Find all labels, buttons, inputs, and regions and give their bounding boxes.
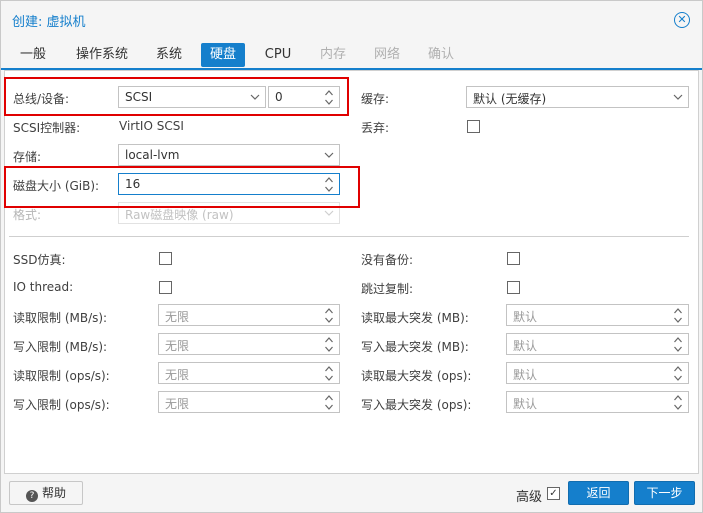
ssd-emulation-checkbox[interactable] <box>159 252 172 265</box>
tab-system[interactable]: 系统 <box>147 43 191 67</box>
skip-replication-label: 跳过复制: <box>361 282 414 296</box>
read-limit-ops-label: 读取限制 (ops/s): <box>13 369 110 383</box>
spinner-icon[interactable] <box>323 393 337 411</box>
next-button[interactable]: 下一步 <box>634 481 695 505</box>
spinner-icon[interactable] <box>672 306 686 324</box>
tab-os[interactable]: 操作系统 <box>67 43 137 67</box>
section-divider <box>9 236 689 237</box>
spinner-icon[interactable] <box>323 306 337 324</box>
cache-select[interactable]: 默认 (无缓存) <box>466 86 689 108</box>
disk-panel <box>4 70 699 474</box>
format-value: Raw磁盘映像 (raw) <box>125 208 234 222</box>
write-limit-mb-label: 写入限制 (MB/s): <box>13 340 108 354</box>
write-burst-mb-placeholder: 默认 <box>513 339 538 353</box>
spinner-icon[interactable] <box>672 335 686 353</box>
tab-network[interactable]: 网络 <box>365 43 409 67</box>
write-limit-ops-placeholder: 无限 <box>165 397 190 411</box>
read-burst-mb-label: 读取最大突发 (MB): <box>361 311 469 325</box>
discard-checkbox[interactable] <box>467 120 480 133</box>
tab-cpu[interactable]: CPU <box>257 43 299 67</box>
chevron-down-icon[interactable] <box>319 145 339 165</box>
highlight-bus-device <box>4 77 349 116</box>
write-limit-ops-input[interactable]: 无限 <box>158 391 340 413</box>
skip-replication-checkbox[interactable] <box>507 281 520 294</box>
read-limit-ops-placeholder: 无限 <box>165 368 190 382</box>
advanced-checkbox[interactable]: ✓ <box>547 487 560 500</box>
write-limit-ops-label: 写入限制 (ops/s): <box>13 398 110 412</box>
advanced-label: 高级 <box>516 490 543 505</box>
tab-memory[interactable]: 内存 <box>311 43 355 67</box>
read-limit-ops-input[interactable]: 无限 <box>158 362 340 384</box>
write-burst-ops-input[interactable]: 默认 <box>506 391 689 413</box>
scsi-controller-value: VirtIO SCSI <box>119 119 184 133</box>
io-thread-label: IO thread: <box>13 280 74 294</box>
storage-label: 存储: <box>13 150 42 164</box>
write-limit-mb-placeholder: 无限 <box>165 339 190 353</box>
highlight-disk-size <box>4 166 360 208</box>
read-limit-mb-placeholder: 无限 <box>165 310 190 324</box>
storage-value: local-lvm <box>125 148 180 162</box>
create-vm-dialog: 创建: 虚拟机 ✕ 一般 操作系统 系统 硬盘 CPU 内存 网络 确认 总线/… <box>0 0 703 513</box>
read-burst-ops-input[interactable]: 默认 <box>506 362 689 384</box>
spinner-icon[interactable] <box>323 335 337 353</box>
help-button[interactable]: ? 帮助 <box>9 481 83 505</box>
write-burst-ops-label: 写入最大突发 (ops): <box>361 398 472 412</box>
dialog-title: 创建: 虚拟机 <box>12 15 86 30</box>
help-button-label: 帮助 <box>41 486 66 500</box>
write-limit-mb-input[interactable]: 无限 <box>158 333 340 355</box>
write-burst-mb-input[interactable]: 默认 <box>506 333 689 355</box>
scsi-controller-label: SCSI控制器: <box>13 121 81 135</box>
spinner-icon[interactable] <box>672 364 686 382</box>
chevron-down-icon[interactable] <box>668 87 688 107</box>
io-thread-checkbox[interactable] <box>159 281 172 294</box>
write-burst-mb-label: 写入最大突发 (MB): <box>361 340 469 354</box>
no-backup-checkbox[interactable] <box>507 252 520 265</box>
tab-confirm[interactable]: 确认 <box>419 43 463 67</box>
storage-select[interactable]: local-lvm <box>118 144 340 166</box>
tab-disk[interactable]: 硬盘 <box>201 43 245 67</box>
format-label: 格式: <box>13 208 42 222</box>
read-limit-mb-input[interactable]: 无限 <box>158 304 340 326</box>
read-burst-mb-input[interactable]: 默认 <box>506 304 689 326</box>
read-burst-ops-label: 读取最大突发 (ops): <box>361 369 472 383</box>
ssd-emulation-label: SSD仿真: <box>13 253 66 267</box>
help-icon: ? <box>25 490 38 502</box>
no-backup-label: 没有备份: <box>361 253 414 267</box>
close-icon[interactable]: ✕ <box>674 12 690 28</box>
read-burst-ops-placeholder: 默认 <box>513 368 538 382</box>
cache-label: 缓存: <box>361 92 390 106</box>
write-burst-ops-placeholder: 默认 <box>513 397 538 411</box>
back-button[interactable]: 返回 <box>568 481 629 505</box>
spinner-icon[interactable] <box>323 364 337 382</box>
read-burst-mb-placeholder: 默认 <box>513 310 538 324</box>
read-limit-mb-label: 读取限制 (MB/s): <box>13 311 108 325</box>
cache-value: 默认 (无缓存) <box>473 92 547 106</box>
spinner-icon[interactable] <box>672 393 686 411</box>
discard-label: 丢弃: <box>361 121 390 135</box>
tab-general[interactable]: 一般 <box>9 43 57 67</box>
dialog-titlebar: 创建: 虚拟机 ✕ <box>1 1 702 39</box>
